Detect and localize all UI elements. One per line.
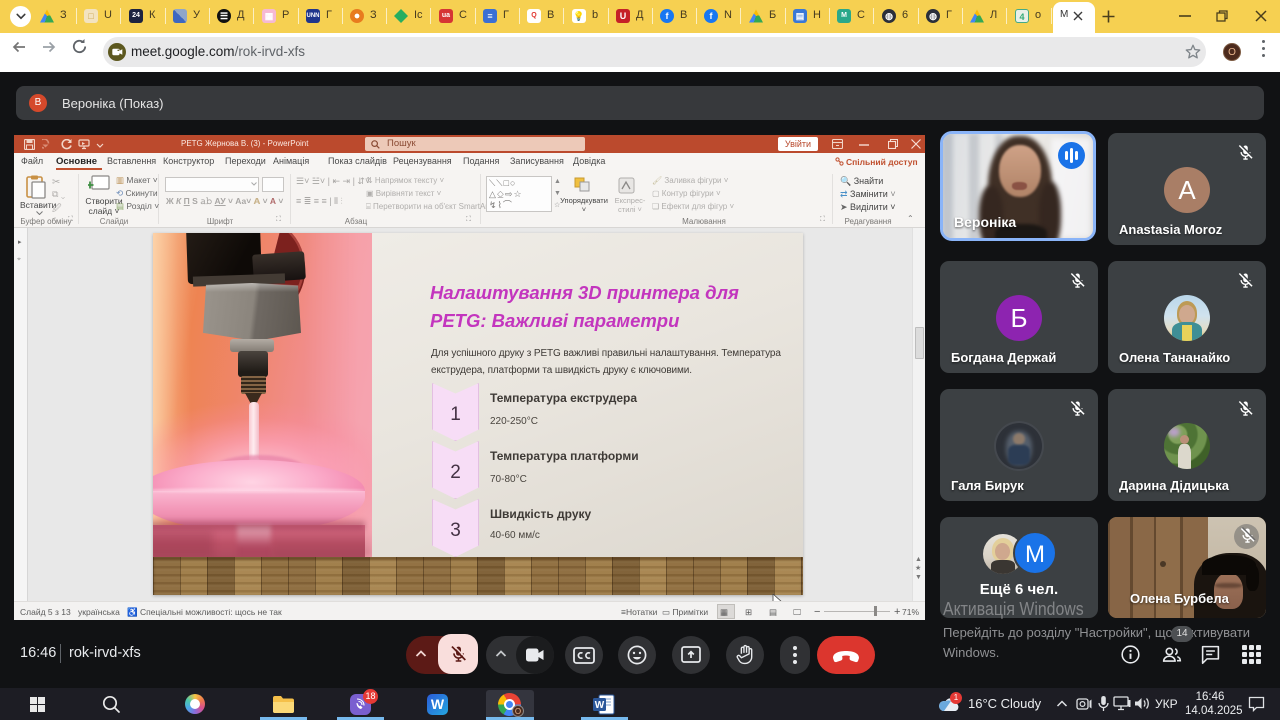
svg-text:W: W [595,700,605,711]
